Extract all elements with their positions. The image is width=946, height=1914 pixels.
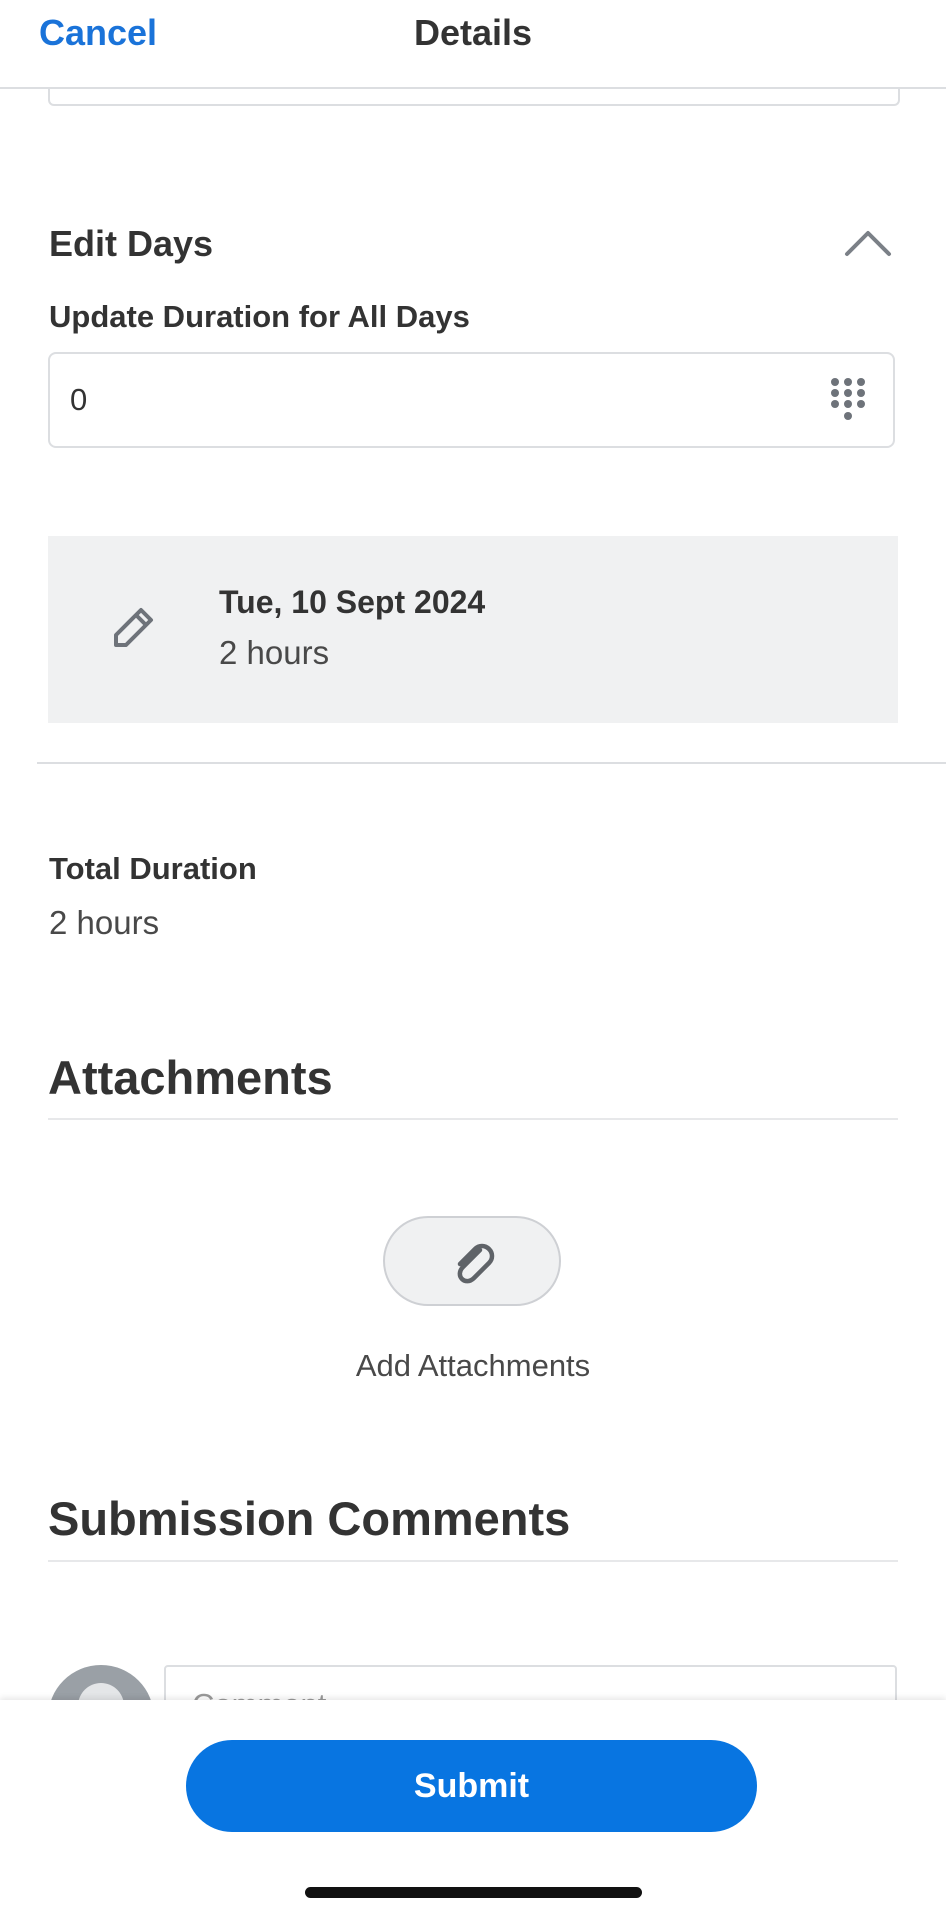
pencil-icon[interactable] xyxy=(111,604,157,650)
day-entry-card[interactable]: Tue, 10 Sept 2024 2 hours xyxy=(48,536,898,723)
comments-divider xyxy=(48,1560,898,1562)
scroll-content[interactable]: Edit Days Update Duration for All Days 0… xyxy=(0,0,946,1914)
attachments-heading: Attachments xyxy=(48,1051,333,1104)
add-attachments-label[interactable]: Add Attachments xyxy=(0,1348,946,1384)
update-duration-value[interactable]: 0 xyxy=(70,382,87,418)
edit-days-heading: Edit Days xyxy=(49,223,214,264)
section-divider xyxy=(37,762,946,764)
home-indicator[interactable] xyxy=(305,1887,642,1898)
total-duration-label: Total Duration xyxy=(49,851,257,886)
bottom-action-bar: Submit xyxy=(0,1700,946,1914)
paperclip-icon xyxy=(457,1243,495,1284)
keypad-icon[interactable] xyxy=(829,376,867,424)
submit-button[interactable]: Submit xyxy=(186,1740,757,1832)
attachments-divider xyxy=(48,1118,898,1120)
submission-comments-heading: Submission Comments xyxy=(48,1492,571,1545)
chevron-up-icon[interactable] xyxy=(842,222,894,262)
add-attachment-button[interactable] xyxy=(383,1216,561,1306)
total-duration-value: 2 hours xyxy=(49,904,160,941)
page-title: Details xyxy=(413,12,533,53)
update-duration-label: Update Duration for All Days xyxy=(49,299,470,334)
top-nav-bar: Cancel Details xyxy=(0,0,946,89)
update-duration-input[interactable]: 0 xyxy=(48,352,895,448)
day-duration: 2 hours xyxy=(219,634,330,671)
day-date: Tue, 10 Sept 2024 xyxy=(219,584,486,620)
